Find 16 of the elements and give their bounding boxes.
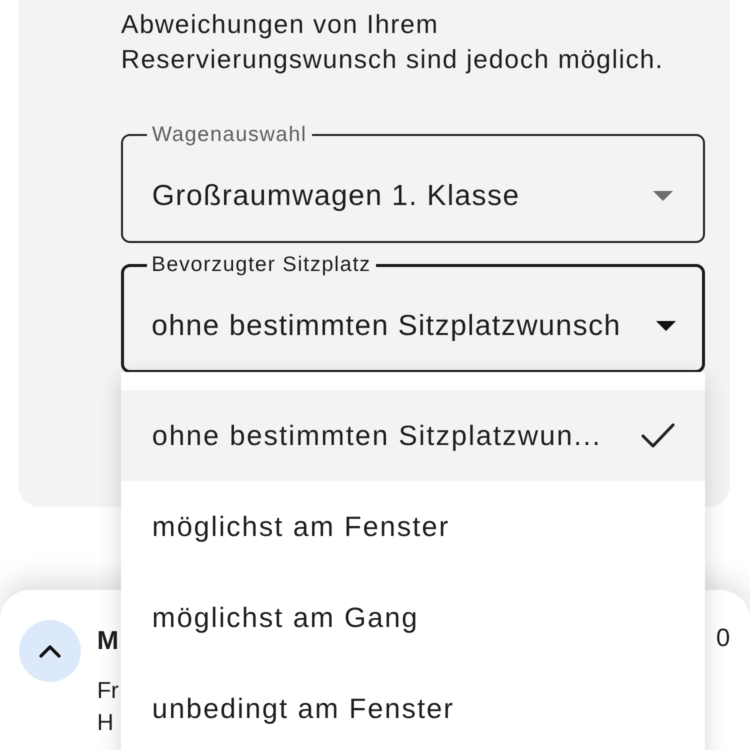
check-icon	[641, 422, 675, 448]
menu-option[interactable]: möglichst am Gang	[121, 572, 705, 663]
dropdown-field[interactable]: Wagenauswahl Großraumwagen 1. Klasse	[121, 123, 705, 243]
field-label: Bevorzugter Sitzplatz	[150, 253, 372, 277]
caret-icon	[653, 191, 673, 201]
info-paragraph: Abweichungen von Ihrem Reservierungswunsch sind jedoch möglich.	[121, 8, 665, 76]
field-label: Wagenauswahl	[151, 123, 308, 147]
chevron-up-icon	[39, 644, 61, 658]
sheet-value: 0	[716, 623, 730, 654]
menu-option[interactable]: unbedingt am Fenster	[121, 663, 705, 750]
sheet-text: Fr	[97, 676, 119, 705]
caret-icon	[656, 321, 676, 331]
sheet-text: H	[97, 708, 114, 737]
sheet-title: M	[97, 624, 119, 657]
menu-option[interactable]: möglichst am Fenster	[121, 481, 705, 572]
menu-option[interactable]: ohne bestimmten Sitzplatzwun...	[121, 390, 705, 481]
